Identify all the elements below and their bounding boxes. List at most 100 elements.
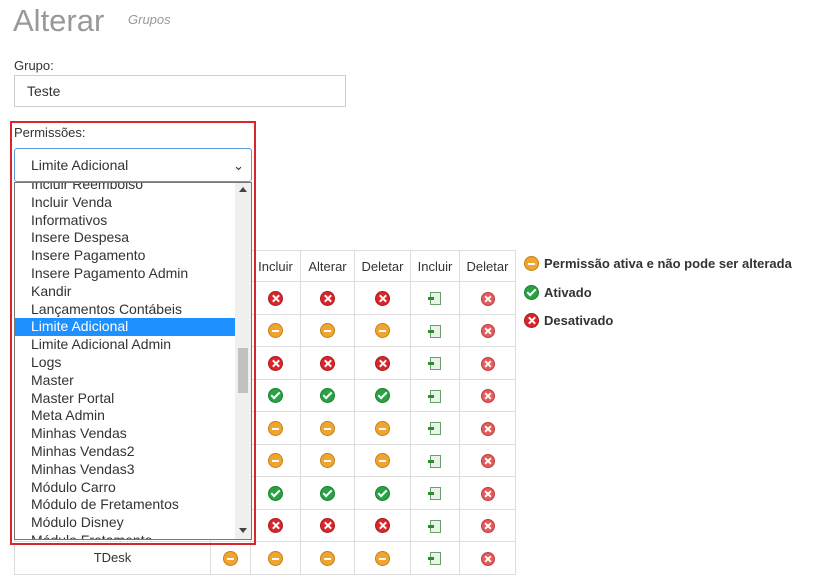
minus-circle-icon[interactable]	[375, 550, 390, 566]
minus-circle-icon[interactable]	[268, 453, 283, 469]
small-x-circle-icon[interactable]	[480, 389, 495, 404]
permission-cell	[410, 443, 460, 477]
document-arrow-icon[interactable]	[427, 292, 441, 306]
document-arrow-icon[interactable]	[427, 519, 441, 533]
header-incluir-2: Incluir	[410, 250, 460, 282]
grupo-input[interactable]: Teste	[14, 75, 346, 107]
permission-cell	[410, 346, 460, 380]
annotation-highlight-box	[10, 121, 256, 545]
page-title: Alterar	[13, 3, 105, 38]
permission-cell	[410, 411, 460, 445]
permission-cell	[354, 411, 411, 445]
document-arrow-icon[interactable]	[427, 422, 441, 436]
row-name: TDesk	[14, 541, 211, 575]
permission-cell	[459, 508, 516, 542]
minus-circle-icon[interactable]	[375, 420, 390, 436]
small-x-circle-icon[interactable]	[480, 291, 495, 306]
permission-cell	[410, 541, 460, 575]
check-circle-icon[interactable]	[320, 485, 335, 501]
permission-cell	[410, 281, 460, 315]
permission-cell	[354, 443, 411, 477]
minus-circle-icon[interactable]	[268, 550, 283, 566]
document-arrow-icon[interactable]	[427, 389, 441, 403]
check-circle-icon	[524, 285, 539, 300]
legend-active-locked-label: Permissão ativa e não pode ser alterada	[544, 256, 792, 271]
permission-cell	[459, 476, 516, 510]
permission-cell	[250, 281, 301, 315]
x-circle-icon[interactable]	[268, 518, 283, 534]
permission-cell	[250, 443, 301, 477]
check-circle-icon[interactable]	[268, 485, 283, 501]
permission-cell	[250, 313, 301, 347]
document-arrow-icon[interactable]	[427, 357, 441, 371]
minus-circle-icon[interactable]	[320, 453, 335, 469]
page-subtitle: Grupos	[128, 12, 171, 27]
permission-cell	[300, 411, 355, 445]
permission-cell	[354, 281, 411, 315]
x-circle-icon[interactable]	[375, 518, 390, 534]
minus-circle-icon[interactable]	[268, 323, 283, 339]
small-x-circle-icon[interactable]	[480, 486, 495, 501]
permission-cell	[459, 443, 516, 477]
small-x-circle-icon[interactable]	[480, 454, 495, 469]
permission-cell	[250, 541, 301, 575]
small-x-circle-icon[interactable]	[480, 519, 495, 534]
permission-cell	[300, 508, 355, 542]
x-circle-icon[interactable]	[375, 355, 390, 371]
minus-circle-icon[interactable]	[268, 420, 283, 436]
permission-cell	[250, 378, 301, 412]
small-x-circle-icon[interactable]	[480, 356, 495, 371]
minus-circle-icon[interactable]	[375, 453, 390, 469]
document-arrow-icon[interactable]	[427, 454, 441, 468]
permission-cell	[459, 378, 516, 412]
permission-cell	[459, 313, 516, 347]
permission-cell	[354, 313, 411, 347]
permission-cell	[459, 411, 516, 445]
permission-cell	[410, 378, 460, 412]
permission-cell	[459, 541, 516, 575]
permission-cell	[300, 476, 355, 510]
x-circle-icon	[524, 313, 539, 328]
x-circle-icon[interactable]	[375, 290, 390, 306]
header-deletar: Deletar	[354, 250, 411, 282]
permission-cell	[459, 281, 516, 315]
legend-disabled: Desativado	[524, 313, 613, 328]
x-circle-icon[interactable]	[320, 518, 335, 534]
x-circle-icon[interactable]	[320, 355, 335, 371]
document-arrow-icon[interactable]	[427, 324, 441, 338]
row-extra-cell	[210, 541, 251, 575]
permission-cell	[250, 411, 301, 445]
x-circle-icon[interactable]	[268, 290, 283, 306]
permission-cell	[354, 541, 411, 575]
check-circle-icon[interactable]	[268, 388, 283, 404]
small-x-circle-icon[interactable]	[480, 421, 495, 436]
minus-circle-icon[interactable]	[320, 420, 335, 436]
header-alterar: Alterar	[300, 250, 355, 282]
legend-active-locked: Permissão ativa e não pode ser alterada	[524, 256, 792, 271]
x-circle-icon[interactable]	[320, 290, 335, 306]
legend-disabled-label: Desativado	[544, 313, 614, 328]
permission-cell	[354, 508, 411, 542]
permission-cell	[250, 346, 301, 380]
grupo-label: Grupo:	[14, 58, 54, 73]
minus-circle-icon[interactable]	[320, 323, 335, 339]
table-row: TDesk	[14, 541, 516, 575]
minus-circle-icon[interactable]	[223, 550, 238, 566]
check-circle-icon[interactable]	[320, 388, 335, 404]
permission-cell	[300, 378, 355, 412]
small-x-circle-icon[interactable]	[480, 324, 495, 339]
document-arrow-icon[interactable]	[427, 552, 441, 566]
document-arrow-icon[interactable]	[427, 487, 441, 501]
minus-circle-icon[interactable]	[320, 550, 335, 566]
check-circle-icon[interactable]	[375, 485, 390, 501]
legend-enabled-label: Ativado	[544, 285, 592, 300]
check-circle-icon[interactable]	[375, 388, 390, 404]
minus-circle-icon[interactable]	[375, 323, 390, 339]
x-circle-icon[interactable]	[268, 355, 283, 371]
legend-enabled: Ativado	[524, 285, 592, 300]
permission-cell	[250, 508, 301, 542]
header-incluir: Incluir	[250, 250, 301, 282]
permission-cell	[410, 508, 460, 542]
permission-cell	[459, 346, 516, 380]
small-x-circle-icon[interactable]	[480, 551, 495, 566]
